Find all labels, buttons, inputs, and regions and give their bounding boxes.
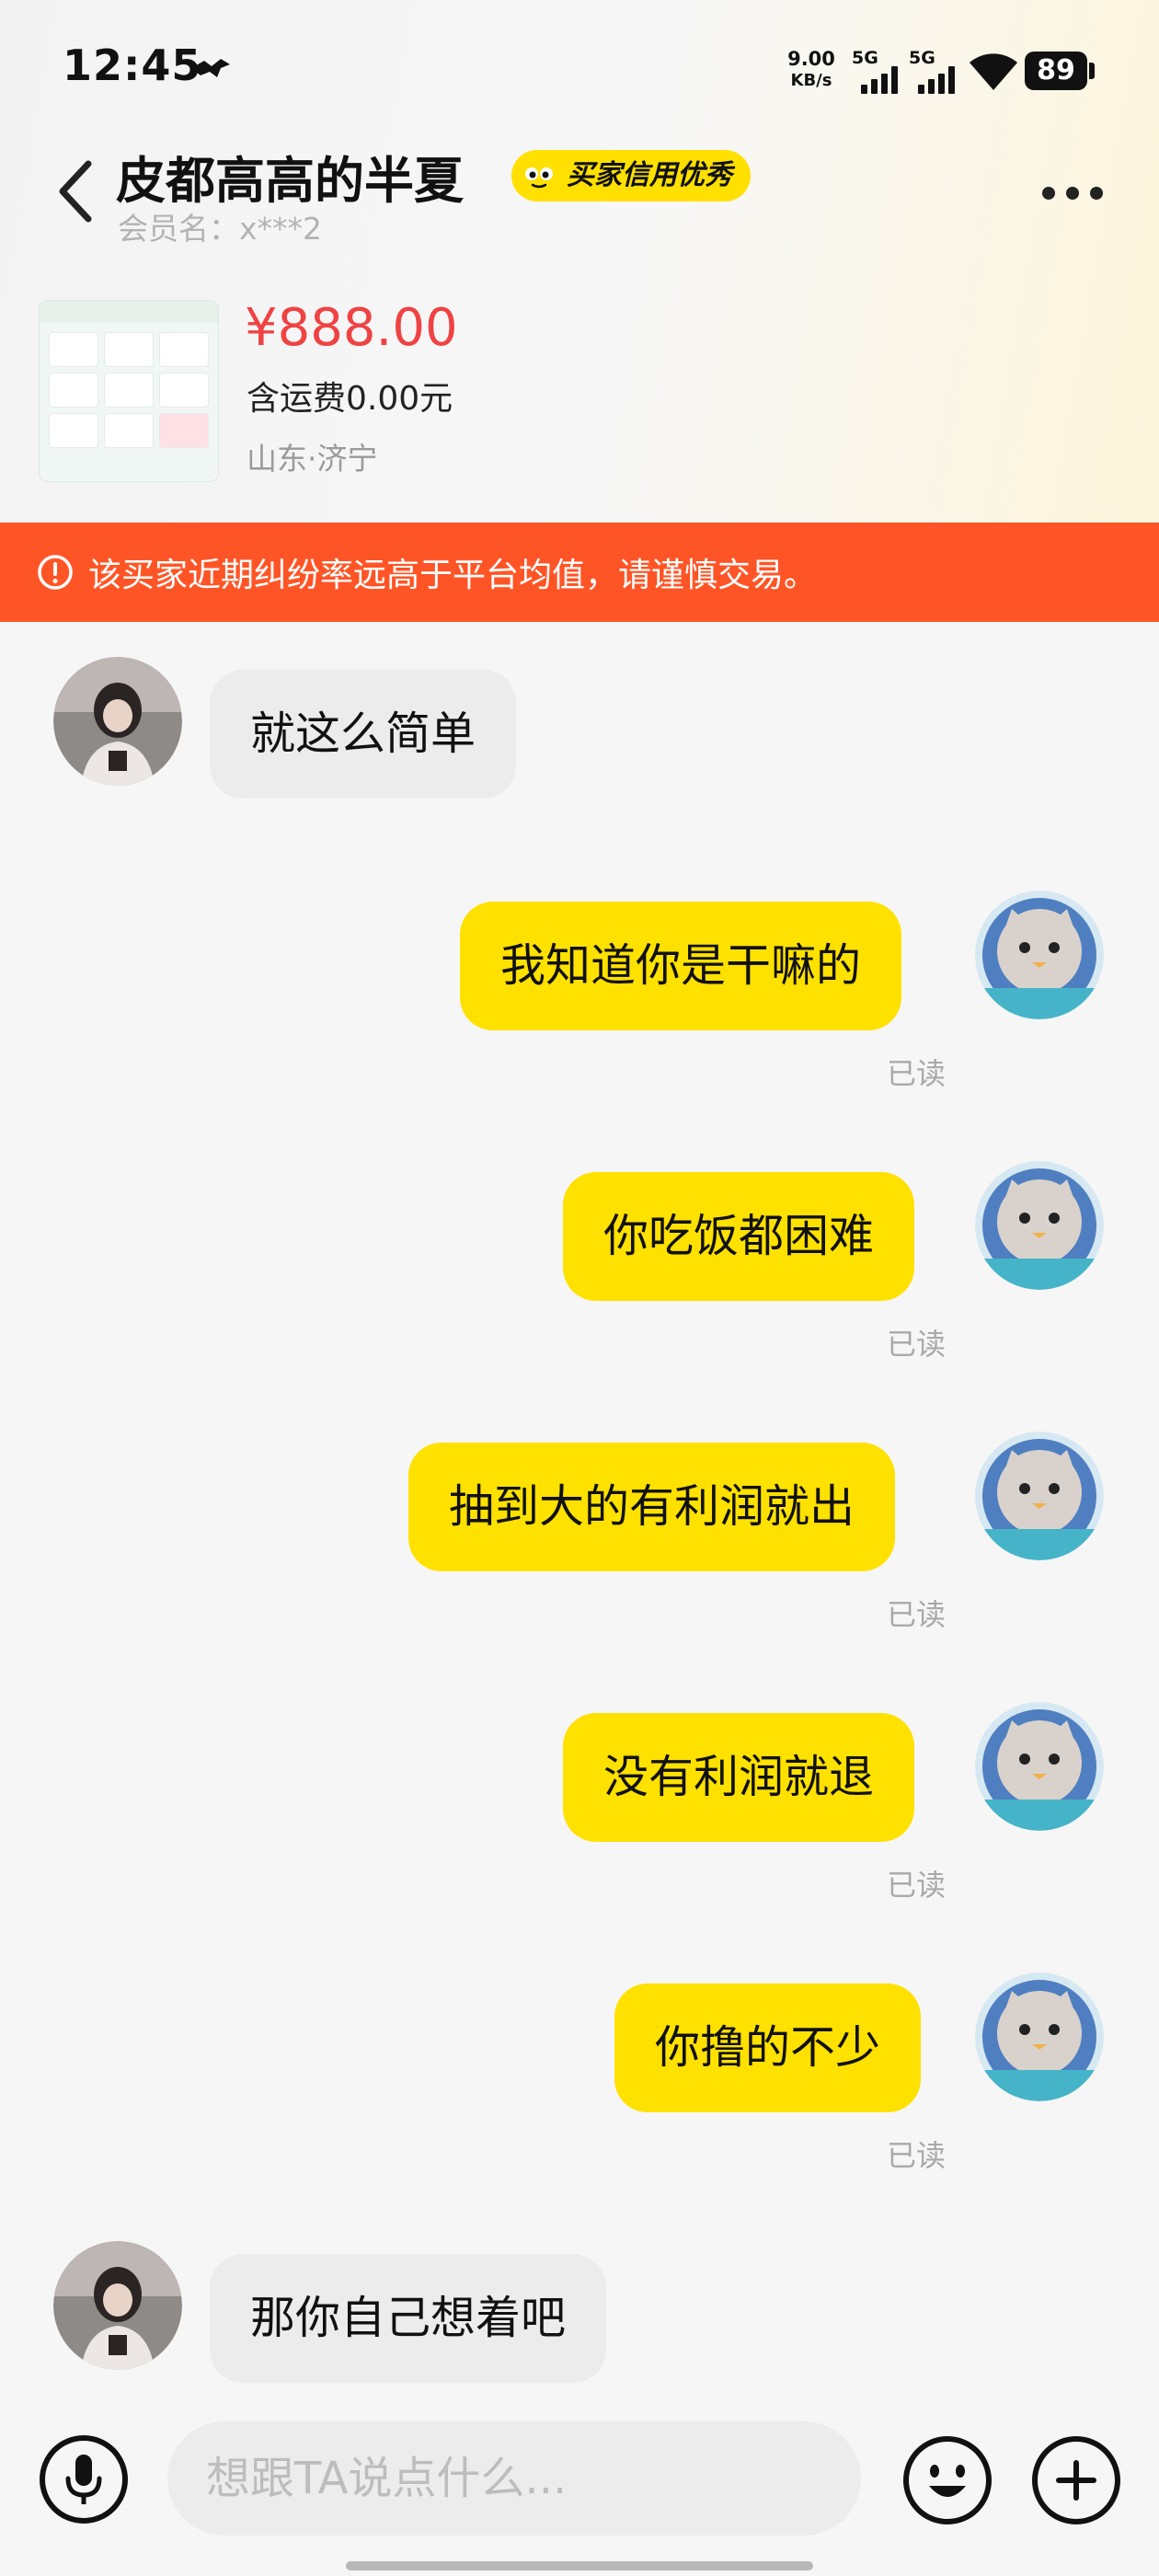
message-bubble-incoming[interactable]: 就这么简单 <box>210 670 517 799</box>
more-dot-icon <box>1066 187 1079 200</box>
warning-circle-icon <box>38 555 73 590</box>
read-receipt: 已读 <box>887 1056 947 1091</box>
message-input[interactable]: 想跟TA说点什么... <box>167 2421 861 2536</box>
warning-text: 该买家近期纠纷率远高于平台均值，请谨慎交易。 <box>88 557 818 594</box>
battery-indicator: 89 <box>1025 52 1087 90</box>
smiley-icon[interactable] <box>901 2434 993 2526</box>
back-chevron-icon[interactable] <box>50 155 105 228</box>
read-receipt: 已读 <box>887 1868 947 1903</box>
status-time: 12:45 <box>63 40 202 90</box>
credit-badge[interactable]: 买家信用优秀 <box>511 150 751 201</box>
network-speed: 9.00 KB/s <box>787 48 835 90</box>
product-location: 山东·济宁 <box>247 441 378 477</box>
seller-avatar[interactable] <box>975 1702 1104 1831</box>
shipping-fee: 含运费0.00元 <box>247 380 453 418</box>
message-bubble-outgoing[interactable]: 没有利润就退 <box>563 1713 915 1842</box>
more-dot-icon <box>1042 187 1055 200</box>
member-name: 会员名：x***2 <box>118 211 323 247</box>
more-dot-icon <box>1090 187 1103 200</box>
message-bubble-incoming[interactable]: 那你自己想着吧 <box>210 2254 607 2383</box>
seller-avatar[interactable] <box>975 1432 1104 1560</box>
message-bubble-outgoing[interactable]: 你撸的不少 <box>614 1984 922 2112</box>
seller-avatar[interactable] <box>975 1972 1104 2101</box>
chat-input-bar: 想跟TA说点什么... <box>0 2392 1159 2576</box>
product-thumbnail[interactable] <box>39 300 219 482</box>
cellular-signal-1: 5G <box>852 48 907 94</box>
plus-circle-icon[interactable] <box>1030 2434 1122 2526</box>
credit-mascot-icon <box>519 156 559 197</box>
buyer-avatar[interactable] <box>53 2241 182 2370</box>
seller-avatar[interactable] <box>975 891 1104 1019</box>
battery-cap <box>1089 63 1095 79</box>
message-bubble-outgoing[interactable]: 抽到大的有利润就出 <box>408 1443 896 1571</box>
seller-avatar[interactable] <box>975 1161 1104 1290</box>
microphone-icon[interactable] <box>39 2434 129 2524</box>
home-indicator[interactable] <box>346 2561 813 2570</box>
cellular-signal-2: 5G <box>909 48 964 94</box>
risk-warning-banner: 该买家近期纠纷率远高于平台均值，请谨慎交易。 <box>0 523 1159 622</box>
chat-partner-name[interactable]: 皮都高高的半夏 <box>116 140 464 213</box>
read-receipt: 已读 <box>887 1327 947 1362</box>
signal-bars-icon <box>861 66 898 94</box>
message-bubble-outgoing[interactable]: 你吃饭都困难 <box>563 1172 915 1301</box>
message-bubble-outgoing[interactable]: 我知道你是干嘛的 <box>460 902 902 1030</box>
app-notification-icon <box>191 59 230 77</box>
wifi-icon <box>970 53 1017 90</box>
product-price[interactable]: ¥888.00 <box>245 298 458 358</box>
status-bar: 12:45 9.00 KB/s 5G 5G 89 <box>0 0 1159 138</box>
more-options-button[interactable] <box>1036 175 1109 212</box>
read-receipt: 已读 <box>887 2138 947 2173</box>
signal-bars-icon <box>918 66 955 94</box>
read-receipt: 已读 <box>887 1597 947 1632</box>
buyer-avatar[interactable] <box>53 657 182 786</box>
